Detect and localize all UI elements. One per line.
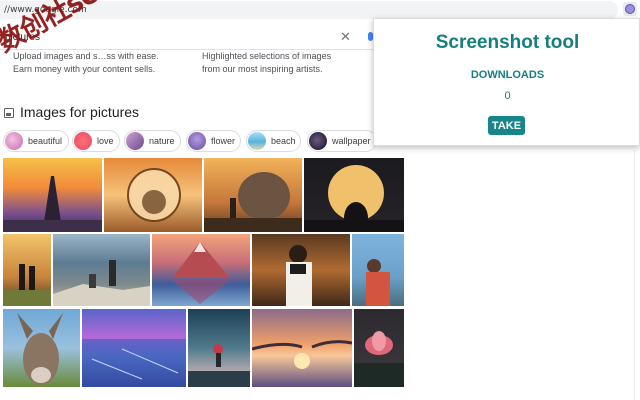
moon-graphic	[304, 165, 404, 232]
screenshot-extension-icon[interactable]	[623, 2, 637, 16]
couple-silhouette	[3, 264, 51, 306]
couple-graphic	[366, 259, 390, 306]
chip-flower[interactable]: flower	[186, 130, 241, 152]
lotus-graphic	[354, 331, 404, 387]
boulder-graphic	[204, 172, 302, 232]
crystal-ball-graphic	[127, 168, 181, 222]
image-result-proposal-cliff[interactable]	[53, 234, 150, 306]
chip-nature[interactable]: nature	[124, 130, 181, 152]
image-result-girl-balloon[interactable]	[188, 309, 250, 387]
chip-thumbnail	[126, 132, 144, 150]
downloads-label: DOWNLOADS	[470, 69, 545, 81]
chip-thumbnail	[74, 132, 92, 150]
cliff-graphic	[53, 260, 150, 306]
image-result-ice-lake[interactable]	[82, 309, 186, 387]
donkey-graphic	[17, 313, 63, 385]
chain-graphic	[252, 340, 352, 369]
chip-thumbnail	[248, 132, 266, 150]
images-heading[interactable]: Images for pictures	[20, 104, 139, 120]
image-result-mountain-lake[interactable]	[152, 234, 250, 306]
popup-title: Screenshot tool	[435, 32, 580, 53]
mountain-graphic	[172, 242, 230, 304]
downloads-count: 0	[504, 90, 511, 102]
chip-thumbnail	[188, 132, 206, 150]
chip-beach[interactable]: beach	[246, 130, 301, 152]
chip-wallpaper[interactable]: wallpaper	[307, 130, 377, 152]
promo-text-left: Upload images and s…ss with ease. Earn m…	[13, 51, 159, 74]
image-result-eiffel-tower[interactable]	[3, 158, 102, 232]
girl-graphic	[188, 344, 250, 387]
image-result-birds-chain[interactable]	[252, 309, 352, 387]
divider	[634, 150, 635, 400]
close-icon[interactable]: ✕	[340, 30, 351, 44]
chip-thumbnail	[5, 132, 23, 150]
image-result-boulder[interactable]	[204, 158, 302, 232]
photographer-graphic	[286, 245, 312, 306]
image-result-moon[interactable]	[304, 158, 404, 232]
image-result-lotus[interactable]	[354, 309, 404, 387]
chip-love[interactable]: love	[72, 130, 120, 152]
image-result-photographer[interactable]	[252, 234, 350, 306]
image-icon	[4, 108, 14, 118]
ice-lake-graphic	[82, 339, 186, 387]
chip-beautiful[interactable]: beautiful	[3, 130, 69, 152]
image-result-couple-blue[interactable]	[352, 234, 404, 306]
image-result-couple-sunset[interactable]	[3, 234, 51, 306]
image-result-donkey[interactable]	[3, 309, 80, 387]
chip-thumbnail	[309, 132, 327, 150]
screenshot-tool-popup: Screenshot tool DOWNLOADS 0 TAKE	[373, 18, 640, 146]
take-screenshot-button[interactable]: TAKE	[488, 116, 525, 135]
promo-text-right: Highlighted selections of images from ou…	[202, 51, 332, 74]
image-result-crystal-ball[interactable]	[104, 158, 202, 232]
eiffel-tower-silhouette	[3, 176, 102, 232]
